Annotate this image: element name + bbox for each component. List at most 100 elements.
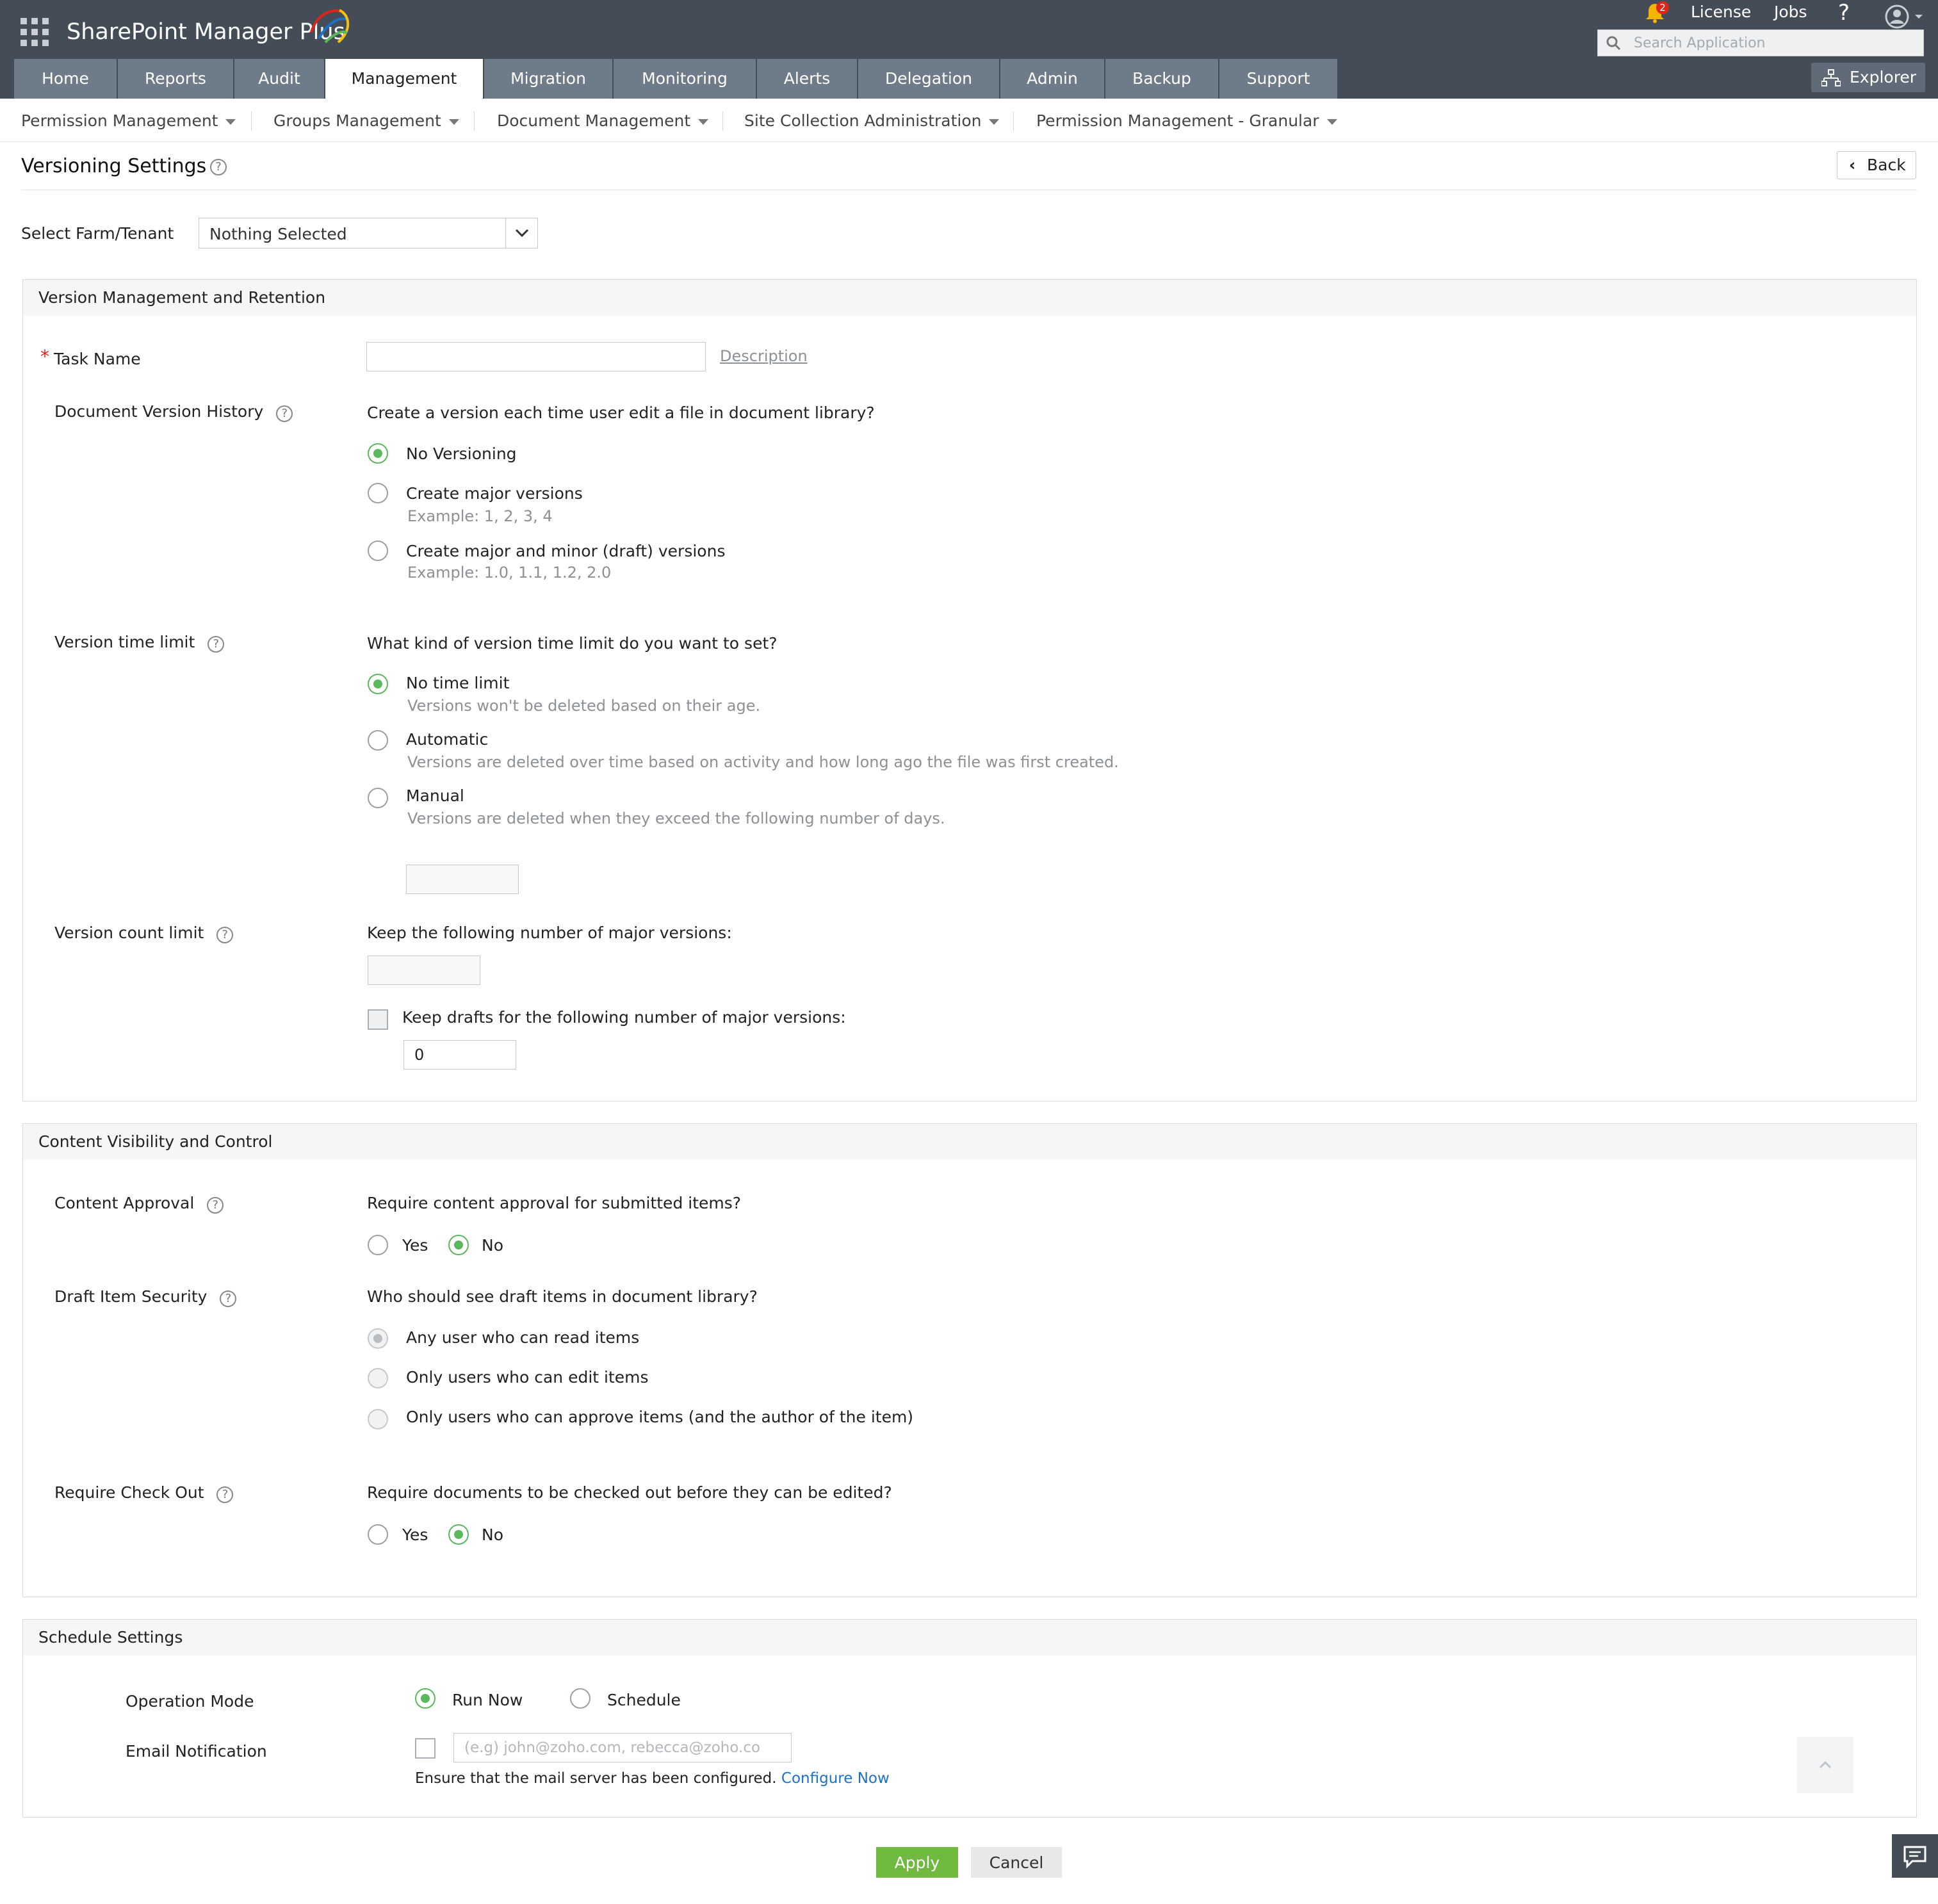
keep-drafts-label: Keep drafts for the following number of … (402, 1008, 846, 1027)
email-notification-label: Email Notification (126, 1742, 267, 1761)
farm-tenant-label: Select Farm/Tenant (21, 224, 174, 243)
radio-users-edit[interactable] (368, 1368, 388, 1388)
explorer-button[interactable]: Explorer (1811, 63, 1925, 92)
option-label: No Versioning (406, 444, 517, 463)
explorer-label: Explorer (1850, 68, 1917, 86)
help-circle-icon[interactable]: ? (216, 927, 234, 943)
radio-automatic[interactable] (368, 730, 388, 751)
draft-versions-input[interactable] (403, 1040, 516, 1070)
help-circle-icon[interactable]: ? (210, 159, 227, 175)
tab-migration[interactable]: Migration (484, 59, 612, 99)
option-note: Versions are deleted over time based on … (407, 753, 1119, 771)
tab-backup[interactable]: Backup (1105, 59, 1218, 99)
option-example: Example: 1, 2, 3, 4 (407, 507, 553, 525)
chat-button[interactable] (1892, 1834, 1938, 1878)
option-note: Versions won't be deleted based on their… (407, 697, 761, 715)
back-label: Back (1867, 156, 1906, 174)
major-versions-input[interactable] (368, 956, 480, 985)
tab-support[interactable]: Support (1219, 59, 1337, 99)
label-text: Require Check Out (54, 1483, 204, 1502)
farm-tenant-select[interactable]: Nothing Selected (199, 218, 538, 248)
radio-approval-no[interactable] (448, 1235, 469, 1255)
subnav-site-collection-administration[interactable]: Site Collection Administration (744, 111, 1000, 130)
help-icon[interactable]: ? (1838, 0, 1850, 26)
subnav-permission-management[interactable]: Permission Management (21, 111, 236, 130)
back-button[interactable]: ‹ Back (1837, 151, 1916, 179)
require-check-out-label: Require Check Out ? (54, 1483, 234, 1503)
option-label: No time limit (406, 674, 510, 692)
task-name-input[interactable] (366, 342, 706, 371)
search-box (1597, 29, 1924, 56)
search-input[interactable] (1634, 33, 1916, 53)
caret-down-icon (448, 118, 459, 125)
subnav-label: Permission Management - Granular (1036, 111, 1319, 130)
notification-count-badge: 2 (1656, 1, 1669, 14)
tab-monitoring[interactable]: Monitoring (614, 59, 756, 99)
content-approval-label: Content Approval ? (54, 1194, 224, 1214)
chevron-left-icon: ‹ (1849, 156, 1856, 174)
radio-checkout-yes[interactable] (368, 1524, 388, 1545)
subnav-groups-management[interactable]: Groups Management (273, 111, 459, 130)
version-management-panel: Version Management and Retention (22, 279, 1917, 1102)
license-link[interactable]: License (1691, 3, 1751, 21)
tab-audit[interactable]: Audit (234, 59, 324, 99)
subnav-label: Site Collection Administration (744, 111, 982, 130)
tab-home[interactable]: Home (14, 59, 117, 99)
option-label: Schedule (607, 1691, 681, 1709)
radio-users-approve[interactable] (368, 1409, 388, 1429)
tab-admin[interactable]: Admin (1000, 59, 1104, 99)
radio-checkout-no[interactable] (448, 1524, 469, 1545)
subnav-document-management[interactable]: Document Management (497, 111, 709, 130)
cancel-button[interactable]: Cancel (971, 1847, 1062, 1878)
help-circle-icon[interactable]: ? (207, 1197, 224, 1214)
email-input[interactable] (453, 1733, 792, 1762)
email-notification-checkbox[interactable] (415, 1738, 436, 1759)
schedule-settings-panel: Schedule Settings (22, 1619, 1917, 1818)
radio-manual[interactable] (368, 788, 388, 808)
sub-navigation: Permission Management Groups Management … (0, 99, 1938, 142)
option-label: Create major versions (406, 484, 583, 503)
subnav-permission-management-granular[interactable]: Permission Management - Granular (1036, 111, 1337, 130)
option-label: Automatic (406, 730, 489, 749)
help-circle-icon[interactable]: ? (220, 1290, 237, 1307)
tab-management[interactable]: Management (325, 59, 483, 99)
content-visibility-panel: Content Visibility and Control (22, 1123, 1917, 1597)
description-link[interactable]: Description (720, 347, 808, 365)
manual-days-input[interactable] (406, 865, 519, 894)
help-circle-icon[interactable]: ? (208, 636, 225, 653)
user-avatar-icon[interactable] (1884, 4, 1929, 29)
doc-history-question: Create a version each time user edit a f… (367, 403, 875, 422)
draft-security-question: Who should see draft items in document l… (367, 1287, 758, 1306)
tab-reports[interactable]: Reports (118, 59, 233, 99)
chat-icon (1903, 1846, 1926, 1869)
apply-button[interactable]: Apply (876, 1847, 958, 1878)
label-text: Draft Item Security (54, 1287, 208, 1306)
tab-alerts[interactable]: Alerts (757, 59, 857, 99)
radio-run-now[interactable] (415, 1688, 436, 1709)
radio-approval-yes[interactable] (368, 1235, 388, 1255)
radio-create-major-minor-versions[interactable] (368, 541, 388, 561)
label-text: Content Approval (54, 1194, 195, 1212)
apps-grid-icon[interactable] (20, 18, 49, 46)
option-label: Any user who can read items (406, 1328, 640, 1347)
option-label: No (482, 1236, 503, 1255)
radio-any-user-read[interactable] (368, 1328, 388, 1349)
scroll-to-top-button[interactable] (1797, 1737, 1853, 1793)
radio-schedule[interactable] (570, 1688, 590, 1709)
divider (722, 111, 723, 131)
help-circle-icon[interactable]: ? (276, 405, 293, 422)
configure-now-link[interactable]: Configure Now (781, 1770, 890, 1787)
task-name-label: Task Name (54, 350, 141, 368)
version-time-limit-label: Version time limit ? (54, 633, 225, 653)
page-title: Versioning Settings (21, 155, 207, 177)
radio-no-versioning[interactable] (368, 443, 388, 464)
radio-create-major-versions[interactable] (368, 483, 388, 503)
keep-drafts-checkbox[interactable] (368, 1009, 388, 1030)
jobs-link[interactable]: Jobs (1774, 3, 1807, 21)
divider (474, 111, 475, 131)
tab-delegation[interactable]: Delegation (858, 59, 999, 99)
help-circle-icon[interactable]: ? (216, 1486, 234, 1503)
option-label: Only users who can edit items (406, 1368, 649, 1387)
label-text: Document Version History (54, 402, 264, 421)
radio-no-time-limit[interactable] (368, 674, 388, 694)
